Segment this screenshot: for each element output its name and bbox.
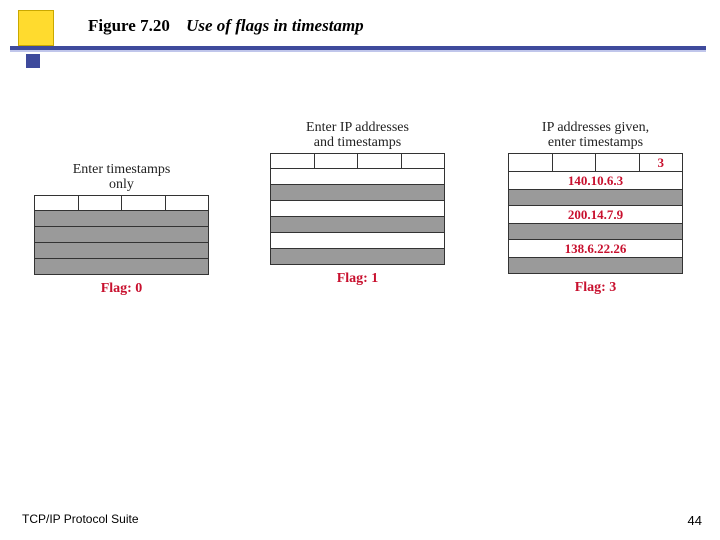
flag0-heading: Enter timestamps only bbox=[34, 162, 209, 193]
text: only bbox=[109, 177, 134, 192]
title-small-square bbox=[26, 54, 40, 68]
slide-title: Figure 7.20 Use of flags in timestamp bbox=[88, 16, 364, 36]
page-number: 44 bbox=[688, 513, 702, 528]
flag1-label: Flag: 1 bbox=[270, 271, 445, 287]
title-underline-shadow bbox=[10, 50, 706, 52]
flag1-column: Enter IP addresses and timestamps Flag: … bbox=[270, 120, 445, 287]
text: IP addresses given, bbox=[542, 120, 649, 135]
flag0-column: Enter timestamps only Flag: 0 bbox=[34, 162, 209, 297]
figure-caption: Use of flags in timestamp bbox=[186, 16, 364, 35]
text: and timestamps bbox=[314, 135, 402, 150]
text: Enter timestamps bbox=[73, 162, 171, 177]
figure-number: Figure 7.20 bbox=[88, 16, 170, 35]
flag3-column: IP addresses given, enter timestamps 3 1… bbox=[508, 120, 683, 296]
text: Enter IP addresses bbox=[306, 120, 409, 135]
flag1-heading: Enter IP addresses and timestamps bbox=[270, 120, 445, 151]
flag-value-cell: 3 bbox=[639, 153, 683, 171]
ip-cell: 140.10.6.3 bbox=[509, 171, 683, 189]
flag3-heading: IP addresses given, enter timestamps bbox=[508, 120, 683, 151]
ip-cell: 200.14.7.9 bbox=[509, 205, 683, 223]
text: enter timestamps bbox=[548, 135, 643, 150]
flag1-table bbox=[270, 153, 445, 265]
flag3-table: 3 140.10.6.3 200.14.7.9 138.6.22.26 bbox=[508, 153, 683, 274]
flag0-table bbox=[34, 195, 209, 275]
title-accent-square bbox=[18, 10, 54, 46]
flag3-label: Flag: 3 bbox=[508, 280, 683, 296]
footer-source: TCP/IP Protocol Suite bbox=[22, 512, 139, 526]
flag0-label: Flag: 0 bbox=[34, 281, 209, 297]
ip-cell: 138.6.22.26 bbox=[509, 239, 683, 257]
